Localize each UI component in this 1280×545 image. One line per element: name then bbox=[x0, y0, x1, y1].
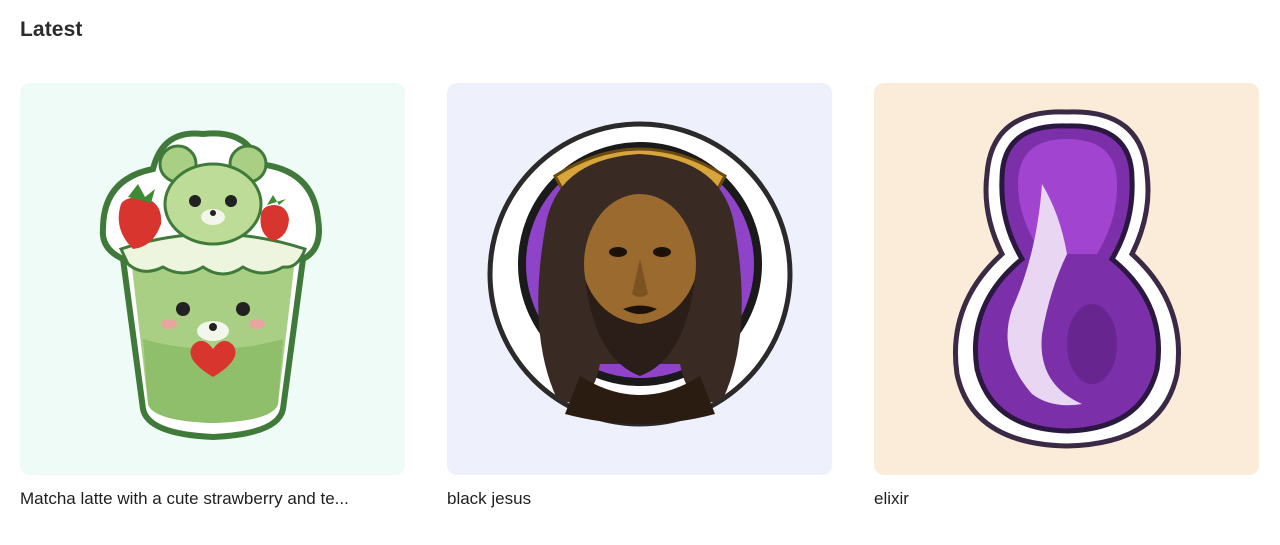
sticker-card[interactable]: Matcha latte with a cute strawberry and … bbox=[20, 83, 405, 509]
section-title: Latest bbox=[20, 18, 83, 41]
sticker-thumbnail[interactable] bbox=[447, 83, 832, 475]
sticker-card[interactable]: elixir bbox=[874, 83, 1259, 509]
latest-page: Latest Matcha latte with a cute strawber… bbox=[0, 0, 1280, 545]
portrait-halo-sticker-icon bbox=[487, 121, 792, 427]
sticker-grid: Matcha latte with a cute strawberry and … bbox=[20, 83, 1259, 509]
sticker-thumbnail[interactable] bbox=[20, 83, 405, 475]
sticker-caption[interactable]: elixir bbox=[874, 489, 1259, 509]
purple-drop-sticker-icon bbox=[952, 109, 1181, 449]
sticker-thumbnail[interactable] bbox=[874, 83, 1259, 475]
sticker-caption[interactable]: black jesus bbox=[447, 489, 832, 509]
sticker-card[interactable]: black jesus bbox=[447, 83, 832, 509]
sticker-caption[interactable]: Matcha latte with a cute strawberry and … bbox=[20, 489, 405, 509]
matcha-bear-cup-sticker-icon bbox=[99, 130, 322, 441]
